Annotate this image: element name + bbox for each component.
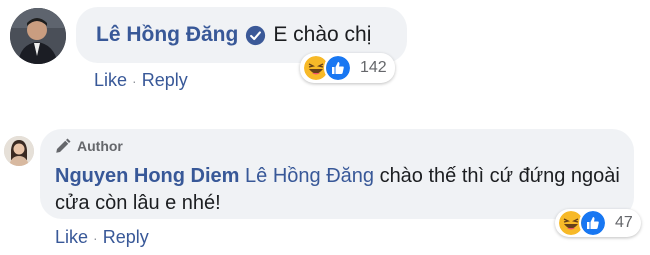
reply-link[interactable]: Reply [142,70,188,90]
comment-content: Nguyen Hong Diem Lê Hồng Đăng chào thế t… [55,163,625,217]
separator: · [132,73,137,89]
pencil-icon [56,138,71,153]
like-link[interactable]: Like [55,227,88,247]
like-icon [579,209,607,237]
avatar[interactable] [10,8,66,64]
avatar-image [4,136,34,166]
separator: · [93,230,98,246]
reply-link[interactable]: Reply [103,227,149,247]
comment-actions: Like · Reply [55,227,149,248]
comment-actions: Like · Reply [94,70,188,91]
mention-link[interactable]: Lê Hồng Đăng [245,165,374,187]
comment-author-name[interactable]: Nguyen Hong Diem [55,165,239,187]
reactions-summary[interactable]: 47 [555,209,641,237]
reaction-count: 142 [360,59,387,76]
reaction-count: 47 [615,214,633,231]
like-icon [324,54,352,82]
comment-author-name[interactable]: Lê Hồng Đăng [96,23,238,47]
like-link[interactable]: Like [94,70,127,90]
author-badge: Author [54,137,123,155]
avatar-image [10,8,66,64]
comment-text: E chào chị [273,23,372,46]
reactions-summary[interactable]: 142 [300,53,395,83]
comment-bubble: Author Nguyen Hong Diem Lê Hồng Đăng chà… [40,129,634,219]
author-badge-label: Author [77,138,123,154]
verified-icon [246,25,266,45]
avatar[interactable] [4,136,34,166]
